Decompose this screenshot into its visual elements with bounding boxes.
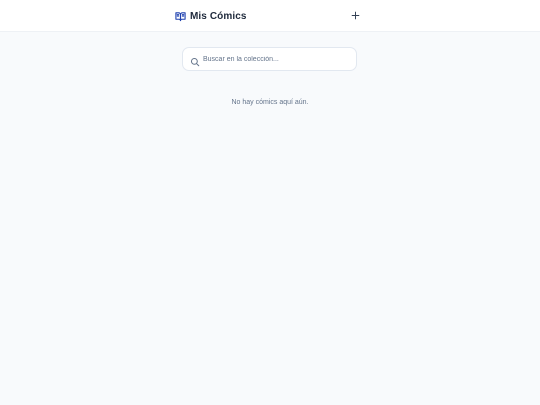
add-comic-button[interactable] [349, 9, 362, 22]
brand[interactable]: Mis Cómics [175, 8, 247, 24]
book-open-icon [175, 11, 186, 22]
top-navbar: Mis Cómics [0, 0, 540, 32]
app-title: Mis Cómics [190, 10, 247, 22]
search-input[interactable] [203, 51, 351, 67]
empty-state-message: No hay cómics aquí aún. [231, 99, 309, 106]
search-icon [190, 54, 200, 67]
plus-icon [351, 7, 360, 25]
search-box [182, 47, 357, 71]
